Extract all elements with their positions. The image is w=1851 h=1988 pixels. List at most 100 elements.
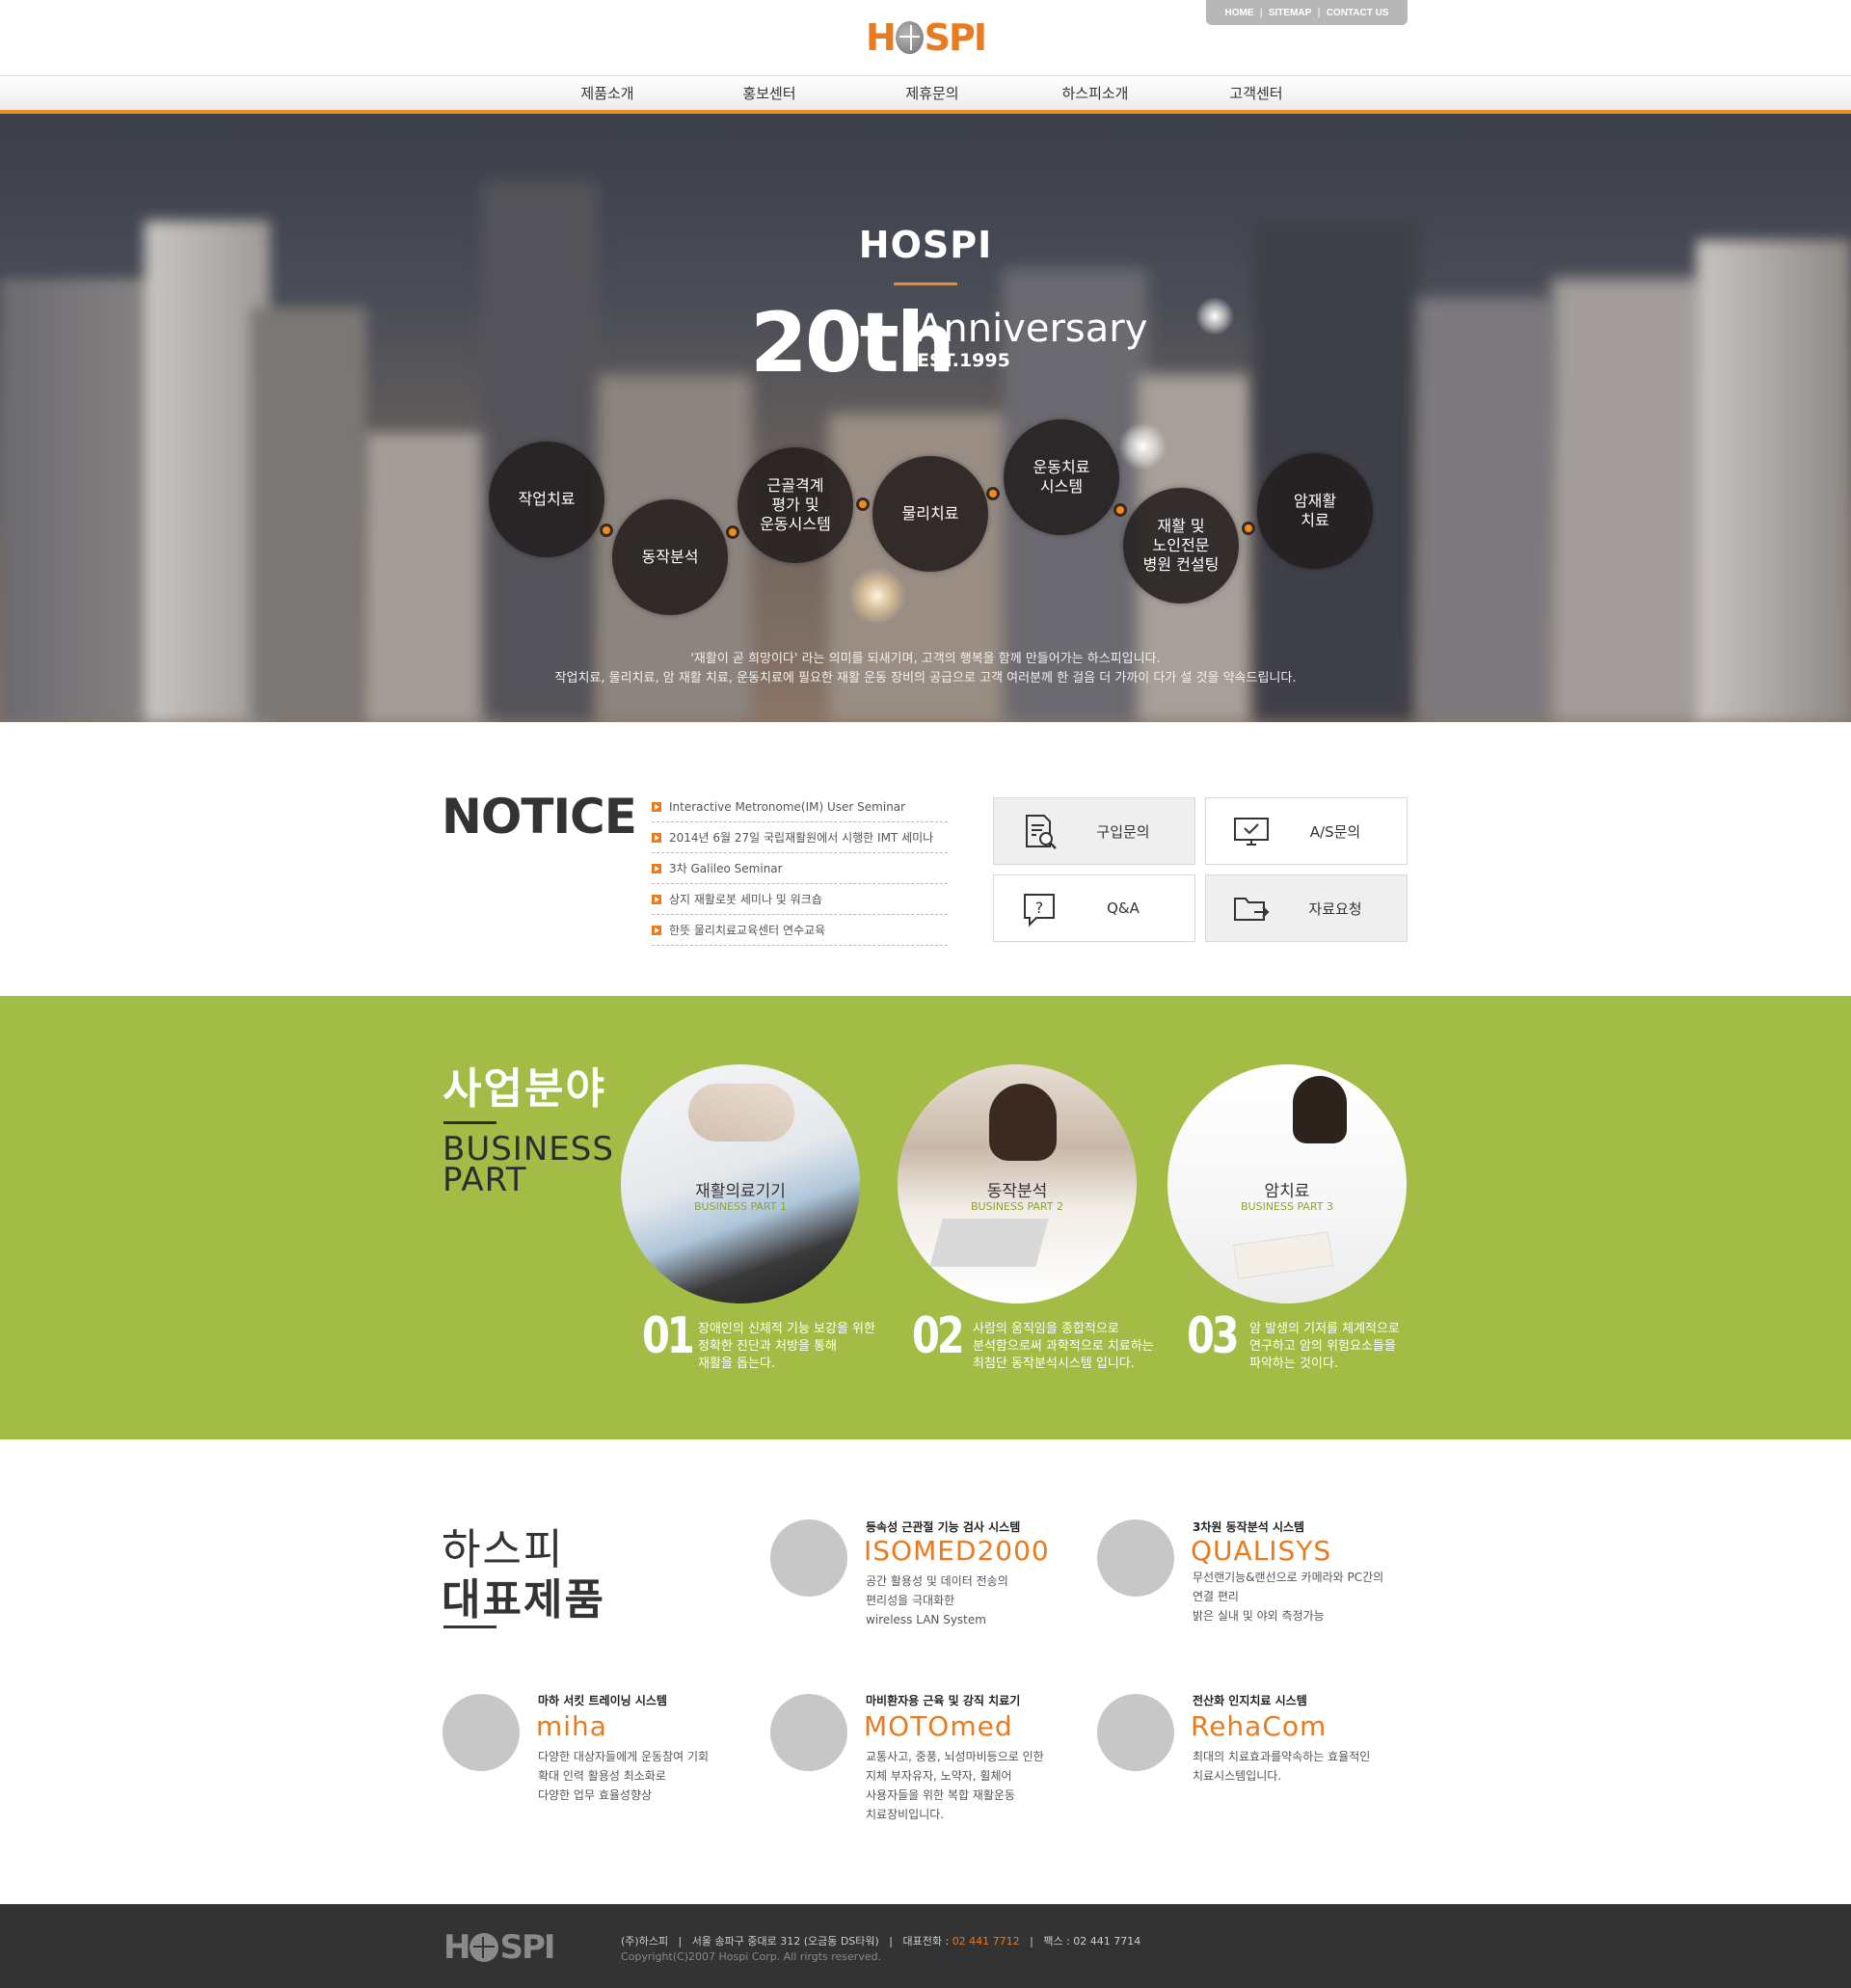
product-desc: 다양한 대상자들에게 운동참여 기회 확대 인력 활용성 최소화로 다양한 업무…: [538, 1747, 740, 1805]
hero-tagline-2: 작업치료, 물리치료, 암 재활 치료, 운동치료에 필요한 재활 운동 장비의…: [554, 671, 1297, 685]
business-part-desc-line: 분석함으로써 과학적으로 치료하는: [973, 1339, 1154, 1354]
product-desc-line: 치료시스템입니다.: [1193, 1769, 1282, 1783]
logo-globe-icon: [895, 21, 924, 54]
business-subtitle-line: PART: [443, 1161, 527, 1199]
business-part-desc-line: 최첨단 동작분석시스템 입니다.: [973, 1357, 1135, 1371]
product-desc-line: 편리성을 극대화한: [866, 1594, 955, 1607]
nav-item-about[interactable]: 하스피소개: [1028, 76, 1163, 111]
service-circle-motion-analysis[interactable]: 동작분석: [612, 499, 728, 615]
notice-item-title: 2014년 6월 27일 국립재활원에서 시행한 IMT 세미나: [669, 831, 934, 845]
product-thumbnail[interactable]: [1097, 1519, 1174, 1597]
business-part-rehab-devices[interactable]: 재활의료기기 BUSINESS PART 1: [621, 1064, 860, 1303]
data-request-button[interactable]: 자료요청: [1205, 874, 1408, 942]
light-glow: [1118, 422, 1167, 470]
business-part-desc-line: 암 발생의 기저를 체계적으로: [1249, 1322, 1400, 1336]
product-desc-line: 치료장비입니다.: [866, 1808, 945, 1821]
service-circle-label: 근골격계: [766, 476, 824, 495]
product-name[interactable]: MOTOmed: [864, 1710, 1013, 1742]
business-part-name: 암치료: [1264, 1182, 1310, 1201]
product-name[interactable]: QUALISYS: [1191, 1535, 1331, 1567]
product-name[interactable]: RehaCom: [1191, 1710, 1327, 1742]
footer-company-info: (주)하스피 | 서울 송파구 중대로 312 (오금동 DS타워) | 대표전…: [621, 1933, 1140, 1948]
bullet-arrow-icon: [652, 801, 661, 812]
service-circle-hospital-consulting[interactable]: 재활 및 노인전문 병원 컨설팅: [1123, 488, 1239, 604]
product-thumbnail[interactable]: [770, 1694, 847, 1771]
service-circle-occupational-therapy[interactable]: 작업치료: [489, 442, 604, 557]
service-circle-cancer-rehab[interactable]: 암재활 치료: [1257, 453, 1373, 569]
service-circle-label: 동작분석: [641, 548, 699, 566]
business-part-sub: BUSINESS PART 3: [1241, 1200, 1333, 1213]
footer-address: (주)하스피 | 서울 송파구 중대로 312 (오금동 DS타워) | 대표전…: [621, 1935, 952, 1948]
util-sitemap-link[interactable]: SITEMAP: [1269, 8, 1311, 18]
util-contact-link[interactable]: CONTACT US: [1327, 8, 1389, 18]
nav-item-partnership[interactable]: 제휴문의: [865, 76, 1000, 111]
product-desc: 교통사고, 중풍, 뇌성마비등으로 인한 지체 부자유자, 노약자, 휠체어 사…: [866, 1747, 1068, 1824]
notice-list: Interactive Metronome(IM) User Seminar 2…: [652, 792, 948, 946]
purchase-inquiry-button[interactable]: 구입문의: [993, 797, 1195, 865]
nav-item-products[interactable]: 제품소개: [540, 76, 675, 111]
connector-dot: [1242, 522, 1255, 535]
service-circle-exercise-therapy[interactable]: 운동치료 시스템: [1004, 419, 1119, 535]
bullet-arrow-icon: [652, 894, 661, 904]
folder-arrow-icon: [1234, 898, 1270, 921]
bullet-arrow-icon: [652, 925, 661, 935]
notice-item[interactable]: 한뜻 물리치료교육센터 연수교육: [652, 915, 948, 946]
business-part-desc-line: 연구하고 암의 위험요소들을: [1249, 1339, 1396, 1354]
business-part-desc-line: 정확한 진단과 처방을 통해: [698, 1339, 837, 1354]
connector-dot: [986, 487, 1000, 500]
as-inquiry-button[interactable]: A/S문의: [1205, 797, 1408, 865]
product-desc-line: 최대의 치료효과를약속하는 효율적인: [1193, 1750, 1371, 1763]
business-part-desc-line: 장애인의 신체적 기능 보강을 위한: [698, 1322, 875, 1336]
service-circle-label: 병원 컨설팅: [1142, 555, 1220, 574]
service-circle-physical-therapy[interactable]: 물리치료: [872, 456, 988, 572]
business-part-name: 재활의료기기: [695, 1182, 786, 1201]
product-category: 마하 서킷 트레이닝 시스템: [538, 1694, 667, 1707]
product-thumbnail[interactable]: [1097, 1694, 1174, 1771]
qna-button[interactable]: ? Q&A: [993, 874, 1195, 942]
notice-item[interactable]: 3차 Galileo Seminar: [652, 853, 948, 884]
product-thumbnail[interactable]: [770, 1519, 847, 1597]
notice-item[interactable]: 상지 재활로봇 세미나 및 워크숍: [652, 884, 948, 915]
product-desc-line: 사용자들을 위한 복합 재활운동: [866, 1788, 1015, 1802]
util-separator: |: [1259, 7, 1263, 18]
notice-item[interactable]: 2014년 6월 27일 국립재활원에서 시행한 IMT 세미나: [652, 822, 948, 853]
product-desc: 최대의 치료효과를약속하는 효율적인 치료시스템입니다.: [1193, 1747, 1409, 1786]
connector-dot: [726, 525, 739, 539]
business-divider: [443, 1121, 496, 1124]
footer-logo-globe-icon: [469, 1933, 499, 1962]
light-glow: [848, 567, 906, 625]
product-name[interactable]: ISOMED2000: [864, 1535, 1050, 1567]
service-circle-label: 시스템: [1039, 477, 1084, 496]
photo-laptop: [929, 1219, 1049, 1267]
business-part-cancer-treatment[interactable]: 암치료 BUSINESS PART 3: [1167, 1064, 1407, 1303]
photo-person: [989, 1084, 1057, 1161]
notice-item[interactable]: Interactive Metronome(IM) User Seminar: [652, 792, 948, 822]
util-home-link[interactable]: HOME: [1224, 8, 1253, 18]
nav-item-support[interactable]: 고객센터: [1189, 76, 1324, 111]
footer-phone: 02 441 7712: [952, 1935, 1020, 1948]
bullet-arrow-icon: [652, 863, 661, 873]
business-part-number: 01: [642, 1307, 695, 1365]
hospi-logo[interactable]: H SPI: [866, 17, 987, 58]
connector-dot: [856, 497, 870, 511]
business-part-motion-analysis[interactable]: 동작분석 BUSINESS PART 2: [898, 1064, 1137, 1303]
svg-text:?: ?: [1035, 899, 1044, 917]
nav-item-pr-center[interactable]: 홍보센터: [702, 76, 837, 111]
service-circle-label: 치료: [1301, 511, 1329, 529]
product-category: 마비환자용 근육 및 강직 치료기: [866, 1694, 1021, 1707]
notice-item-title: 한뜻 물리치료교육센터 연수교육: [669, 924, 826, 937]
footer-fax: | 팩스 : 02 441 7714: [1019, 1935, 1141, 1948]
product-thumbnail[interactable]: [443, 1694, 520, 1771]
product-name[interactable]: miha: [536, 1710, 607, 1742]
service-circle-musculoskeletal[interactable]: 근골격계 평가 및 운동시스템: [738, 447, 853, 563]
hero-divider: [894, 282, 957, 285]
question-bubble-icon: ?: [1024, 894, 1055, 927]
product-category: 등속성 근관절 기능 검사 시스템: [866, 1520, 1021, 1534]
service-circle-label: 평가 및: [771, 496, 819, 514]
product-desc-line: 밝은 실내 및 야외 측정가능: [1193, 1609, 1325, 1623]
service-circle-label: 운동치료: [1033, 458, 1090, 476]
product-desc-line: 확대 인력 활용성 최소화로: [538, 1769, 666, 1783]
product-desc-line: 다양한 대상자들에게 운동참여 기회: [538, 1750, 710, 1763]
product-desc-line: 지체 부자유자, 노약자, 휠체어: [866, 1769, 1012, 1783]
products-divider: [443, 1625, 496, 1628]
